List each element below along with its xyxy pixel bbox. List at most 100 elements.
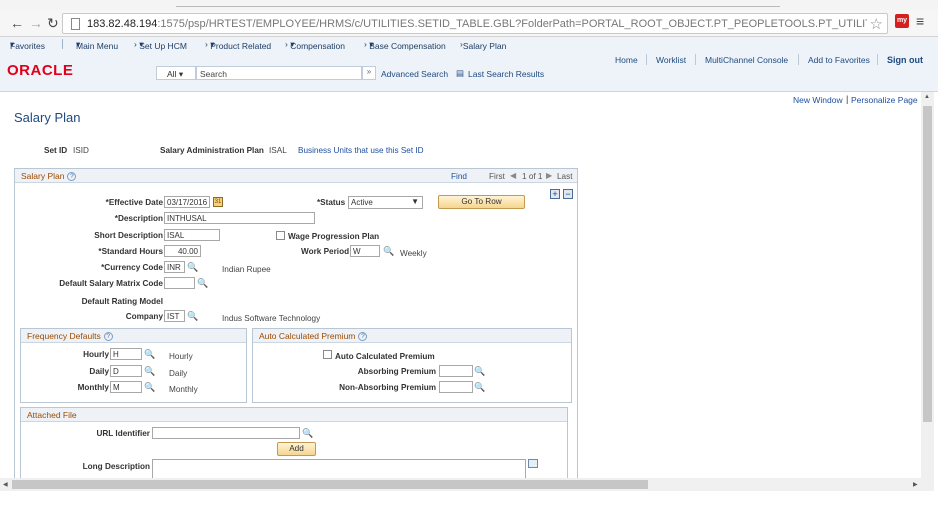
horizontal-scroll-thumb[interactable]: [12, 480, 648, 489]
lookup-icon[interactable]: 🔍: [187, 311, 198, 321]
hourly-input[interactable]: H: [110, 348, 142, 360]
last-search-icon[interactable]: ▤: [456, 68, 464, 79]
multichannel-console-link[interactable]: MultiChannel Console: [705, 55, 788, 65]
url-identifier-input[interactable]: [152, 427, 300, 439]
effective-date-input[interactable]: 03/17/2016: [164, 196, 210, 208]
short-description-input[interactable]: ISAL: [164, 229, 220, 241]
oracle-logo: ORACLE: [7, 62, 74, 79]
lookup-icon[interactable]: 🔍: [197, 278, 208, 288]
last-link[interactable]: Last: [557, 172, 572, 181]
horizontal-scrollbar[interactable]: ◀ ▶: [0, 478, 934, 491]
lookup-icon[interactable]: 🔍: [383, 246, 394, 256]
go-to-row-button[interactable]: Go To Row: [438, 195, 525, 209]
breadcrumb-salary-plan[interactable]: › Salary Plan: [460, 39, 506, 51]
company-input[interactable]: IST: [164, 310, 185, 322]
add-row-icon[interactable]: +: [550, 189, 560, 199]
auto-premium-header: Auto Calculated Premium?: [253, 329, 571, 343]
back-icon[interactable]: ←: [10, 15, 24, 31]
lookup-icon[interactable]: 🔍: [144, 349, 155, 359]
forward-icon[interactable]: →: [29, 15, 43, 31]
first-link[interactable]: First: [489, 172, 505, 181]
help-icon[interactable]: ?: [103, 332, 113, 342]
reload-icon[interactable]: ↻: [47, 15, 59, 31]
divider: [695, 54, 696, 65]
currency-code-label: *Currency Code: [101, 263, 163, 272]
search-scope-select[interactable]: All ▾: [156, 66, 196, 80]
previous-icon[interactable]: ◀: [510, 171, 516, 180]
extension-icon[interactable]: my: [895, 14, 909, 28]
salary-matrix-label: Default Salary Matrix Code: [59, 279, 163, 288]
lookup-icon[interactable]: 🔍: [144, 382, 155, 392]
description-label: *Description: [114, 214, 163, 223]
absorbing-premium-input[interactable]: [439, 365, 473, 377]
calendar-icon[interactable]: 31: [213, 197, 223, 207]
scroll-left-icon[interactable]: ◀: [3, 481, 8, 488]
long-description-label: Long Description: [82, 462, 150, 471]
business-units-link[interactable]: Business Units that use this Set ID: [298, 146, 424, 155]
last-search-results-link[interactable]: Last Search Results: [468, 69, 544, 79]
search-input[interactable]: Search: [196, 66, 362, 80]
favorites-menu[interactable]: Favorites ▾: [10, 39, 45, 51]
monthly-desc: Monthly: [169, 385, 198, 394]
find-link[interactable]: Find: [451, 172, 467, 181]
breadcrumb-compensation[interactable]: › Compensation ▾: [285, 39, 345, 51]
bookmark-star-icon[interactable]: ☆: [870, 15, 883, 33]
lookup-icon[interactable]: 🔍: [144, 366, 155, 376]
monthly-input[interactable]: M: [110, 381, 142, 393]
breadcrumb-setup-hcm[interactable]: › Set Up HCM ▾: [134, 39, 187, 51]
page-icon: [71, 18, 80, 30]
effective-date-label: *Effective Date: [105, 198, 163, 207]
work-period-input[interactable]: W: [350, 245, 380, 257]
sal-admin-plan-value: ISAL: [269, 146, 287, 155]
attached-file-heading: Attached File: [27, 410, 77, 420]
add-to-favorites-link[interactable]: Add to Favorites: [808, 55, 870, 65]
auto-premium-checkbox[interactable]: [323, 350, 332, 359]
delete-row-icon[interactable]: −: [563, 189, 573, 199]
breadcrumb: Favorites ▾ Main Menu ▾ › Set Up HCM ▾ ›…: [0, 37, 938, 52]
non-absorbing-premium-input[interactable]: [439, 381, 473, 393]
vertical-scroll-thumb[interactable]: [923, 106, 932, 422]
lookup-icon[interactable]: 🔍: [187, 262, 198, 272]
company-label: Company: [125, 312, 163, 321]
lookup-icon[interactable]: 🔍: [302, 428, 313, 438]
auto-premium-heading: Auto Calculated Premium?: [259, 331, 368, 342]
help-icon[interactable]: ?: [358, 332, 368, 342]
absorbing-premium-label: Absorbing Premium: [357, 367, 436, 376]
add-button[interactable]: Add: [277, 442, 316, 456]
expand-text-icon[interactable]: [528, 459, 538, 468]
long-description-textarea[interactable]: [152, 459, 526, 479]
wage-progression-checkbox[interactable]: [276, 231, 285, 240]
divider: [877, 54, 878, 65]
worklist-link[interactable]: Worklist: [656, 55, 686, 65]
help-icon[interactable]: ?: [67, 172, 77, 182]
next-icon[interactable]: ▶: [546, 171, 552, 180]
standard-hours-input[interactable]: 40.00: [164, 245, 201, 257]
main-menu[interactable]: Main Menu ▾: [76, 39, 118, 51]
address-text[interactable]: 183.82.48.194:1575/psp/HRTEST/EMPLOYEE/H…: [87, 18, 867, 30]
breadcrumb-product-related[interactable]: › Product Related ▾: [205, 39, 271, 51]
vertical-scrollbar[interactable]: ▲: [921, 92, 934, 478]
salary-matrix-input[interactable]: [164, 277, 195, 289]
scroll-up-icon[interactable]: ▲: [924, 94, 930, 100]
salary-plan-heading: Salary Plan?: [21, 171, 77, 182]
search-go-icon[interactable]: »: [362, 66, 376, 80]
divider: [798, 54, 799, 65]
sign-out-link[interactable]: Sign out: [887, 55, 923, 65]
currency-code-input[interactable]: INR: [164, 261, 185, 273]
daily-label: Daily: [89, 367, 109, 376]
lookup-icon[interactable]: 🔍: [474, 382, 485, 392]
advanced-search-link[interactable]: Advanced Search: [381, 69, 448, 79]
browser-menu-icon[interactable]: ≡: [916, 13, 924, 29]
description-input[interactable]: INTHUSAL: [164, 212, 315, 224]
home-link[interactable]: Home: [615, 55, 638, 65]
new-window-link[interactable]: New Window: [793, 95, 843, 105]
scroll-right-icon[interactable]: ▶: [913, 481, 918, 488]
personalize-page-link[interactable]: Personalize Page: [851, 95, 918, 105]
lookup-icon[interactable]: 🔍: [474, 366, 485, 376]
currency-desc: Indian Rupee: [222, 265, 271, 274]
breadcrumb-base-compensation[interactable]: › Base Compensation ▾: [364, 39, 446, 51]
address-bar[interactable]: 183.82.48.194:1575/psp/HRTEST/EMPLOYEE/H…: [62, 13, 888, 34]
daily-input[interactable]: D: [110, 365, 142, 377]
status-select[interactable]: Active ▼: [348, 196, 423, 209]
status-label: *Status: [317, 198, 346, 207]
